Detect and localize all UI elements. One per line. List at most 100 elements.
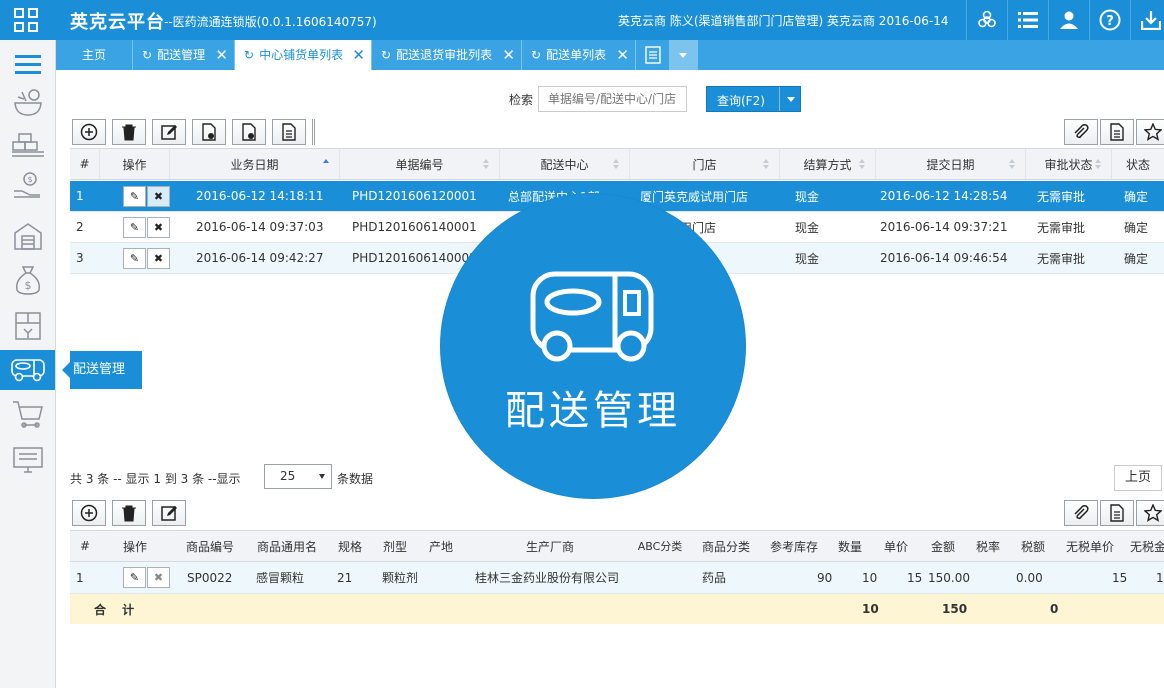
tab-delivery-management[interactable]: ↻ 配送管理 ✕ bbox=[133, 40, 235, 70]
add-button[interactable] bbox=[72, 119, 106, 145]
chevron-down-icon bbox=[679, 53, 687, 58]
col-header-order-code[interactable]: 单据编号 bbox=[340, 149, 500, 179]
page-size-value: 25 bbox=[280, 469, 296, 483]
row-edit-button[interactable]: ✎ bbox=[123, 217, 146, 238]
col-header-approval[interactable]: 审批状态 bbox=[1026, 149, 1112, 179]
finance-icon[interactable]: $ bbox=[0, 166, 55, 206]
item-name: 感冒颗粒 bbox=[256, 571, 305, 585]
app-grid-icon[interactable] bbox=[14, 8, 40, 34]
print-button[interactable] bbox=[272, 119, 306, 145]
tab-home[interactable]: 主页 bbox=[56, 40, 133, 70]
sort-icon[interactable] bbox=[763, 159, 769, 169]
order-code: PHD1201606140002 bbox=[352, 251, 477, 265]
col-header-label: 提交日期 bbox=[926, 157, 975, 172]
doc-plus-icon bbox=[202, 123, 216, 141]
help-icon[interactable]: ? bbox=[1089, 0, 1130, 40]
row-delete-button[interactable]: ✖ bbox=[147, 217, 170, 238]
col-header-label: 配送中心 bbox=[540, 157, 589, 172]
refresh-icon[interactable]: ↻ bbox=[244, 48, 254, 62]
favorite-button[interactable] bbox=[1136, 119, 1164, 145]
col-header-payment[interactable]: 结算方式 bbox=[780, 149, 876, 179]
detail-edit-button[interactable] bbox=[152, 500, 186, 526]
money-bag-icon[interactable]: $ bbox=[0, 260, 55, 300]
search-input[interactable] bbox=[538, 86, 687, 112]
download-icon[interactable] bbox=[1130, 0, 1164, 40]
close-icon[interactable]: ✕ bbox=[352, 40, 365, 70]
refresh-icon[interactable]: ↻ bbox=[381, 48, 391, 62]
user-icon[interactable] bbox=[1048, 0, 1089, 40]
tab-center-distribution-list[interactable]: ↻ 中心铺货单列表 ✕ bbox=[235, 40, 372, 70]
truck-icon bbox=[530, 271, 654, 362]
detail-attach-button[interactable] bbox=[1064, 500, 1098, 526]
row-edit-button[interactable]: ✎ bbox=[123, 567, 146, 588]
import-button[interactable] bbox=[192, 119, 226, 145]
list-icon[interactable] bbox=[1007, 0, 1048, 40]
query-button[interactable]: 查询(F2) bbox=[706, 86, 801, 112]
order-code: PHD1201606140001 bbox=[352, 220, 477, 234]
detail-notes-button[interactable] bbox=[1100, 500, 1134, 526]
export-button[interactable] bbox=[232, 119, 266, 145]
menu-icon[interactable] bbox=[0, 45, 55, 85]
plus-circle-icon bbox=[80, 504, 98, 522]
notes-button[interactable] bbox=[1100, 119, 1134, 145]
query-label: 查询(F2) bbox=[717, 94, 765, 108]
delete-button[interactable] bbox=[112, 119, 146, 145]
truck-icon[interactable] bbox=[0, 350, 55, 390]
col-header-store[interactable]: 门店 bbox=[630, 149, 780, 179]
cart-icon[interactable] bbox=[0, 394, 55, 434]
col-header-status[interactable]: 状态 bbox=[1112, 149, 1164, 179]
table-row[interactable]: 1 ✎ ✖ SP0022 感冒颗粒 21 颗粒剂 桂林三金药业股份有限公司 药品… bbox=[70, 562, 1164, 594]
close-icon[interactable]: ✕ bbox=[215, 40, 228, 70]
prev-page-button[interactable]: 上页 bbox=[1114, 465, 1162, 491]
page-size-select[interactable]: 25 bbox=[264, 464, 332, 489]
detail-delete-button[interactable] bbox=[112, 500, 146, 526]
col-header-label: 结算方式 bbox=[803, 157, 852, 172]
row-delete-button[interactable]: ✖ bbox=[147, 248, 170, 269]
col-header: # bbox=[70, 149, 100, 179]
sort-icon[interactable] bbox=[859, 159, 865, 169]
sort-icon[interactable] bbox=[613, 159, 619, 169]
refresh-icon[interactable]: ↻ bbox=[531, 48, 541, 62]
tab-return-approval-list[interactable]: ↻ 配送退货审批列表 ✕ bbox=[372, 40, 522, 70]
col-header: 无税金 bbox=[1130, 539, 1164, 554]
pager-tail: 条数据 bbox=[337, 472, 374, 486]
close-icon[interactable]: ✕ bbox=[502, 40, 515, 70]
tab-dropdown[interactable] bbox=[670, 40, 698, 70]
detail-favorite-button[interactable] bbox=[1136, 500, 1164, 526]
row-delete-button[interactable]: ✖ bbox=[147, 186, 170, 207]
col-header-submit-date[interactable]: 提交日期 bbox=[876, 149, 1026, 179]
orders-table-header: # 操作 业务日期 单据编号 配送中心 门店 结算方式 提交日期 审批状态 状态 bbox=[70, 148, 1164, 180]
row-edit-button[interactable]: ✎ bbox=[123, 248, 146, 269]
row-delete-button[interactable]: ✖ bbox=[147, 567, 170, 588]
submit-date: 2016-06-12 14:28:54 bbox=[880, 189, 1008, 203]
building-icon[interactable] bbox=[0, 216, 55, 256]
sort-icon[interactable] bbox=[1009, 159, 1015, 169]
col-header-business-date[interactable]: 业务日期 bbox=[170, 149, 340, 179]
order-code: PHD1201606120001 bbox=[352, 189, 477, 203]
submit-date: 2016-06-14 09:46:54 bbox=[880, 251, 1008, 265]
tab-list-toggle[interactable] bbox=[636, 40, 670, 70]
item-spec: 21 bbox=[337, 570, 353, 585]
col-header-center[interactable]: 配送中心 bbox=[500, 149, 630, 179]
query-dropdown-chevron-icon[interactable] bbox=[779, 87, 801, 111]
attach-button[interactable] bbox=[1064, 119, 1098, 145]
monitor-icon[interactable] bbox=[0, 440, 55, 480]
sort-asc-icon[interactable] bbox=[323, 159, 329, 169]
items-table-header: # 操作 商品编号 商品通用名 规格 剂型 产地 生产厂商 ABC分类 商品分类… bbox=[70, 530, 1164, 562]
biohazard-icon[interactable] bbox=[966, 0, 1007, 40]
row-edit-button[interactable]: ✎ bbox=[123, 186, 146, 207]
close-icon[interactable]: ✕ bbox=[616, 40, 629, 70]
plus-circle-icon bbox=[80, 123, 98, 141]
doc-check-icon bbox=[242, 123, 256, 141]
sort-icon[interactable] bbox=[1095, 159, 1101, 169]
detail-add-button[interactable] bbox=[72, 500, 106, 526]
warehouse-icon[interactable] bbox=[0, 124, 55, 164]
edit-button[interactable] bbox=[152, 119, 186, 145]
tab-delivery-order-list[interactable]: ↻ 配送单列表 ✕ bbox=[522, 40, 636, 70]
pharmacy-icon[interactable] bbox=[0, 82, 55, 122]
refresh-icon[interactable]: ↻ bbox=[142, 48, 152, 62]
item-code: SP0022 bbox=[187, 570, 233, 585]
brand-title: 英克云平台 bbox=[70, 12, 165, 33]
sort-icon[interactable] bbox=[483, 159, 489, 169]
package-icon[interactable] bbox=[0, 306, 55, 346]
